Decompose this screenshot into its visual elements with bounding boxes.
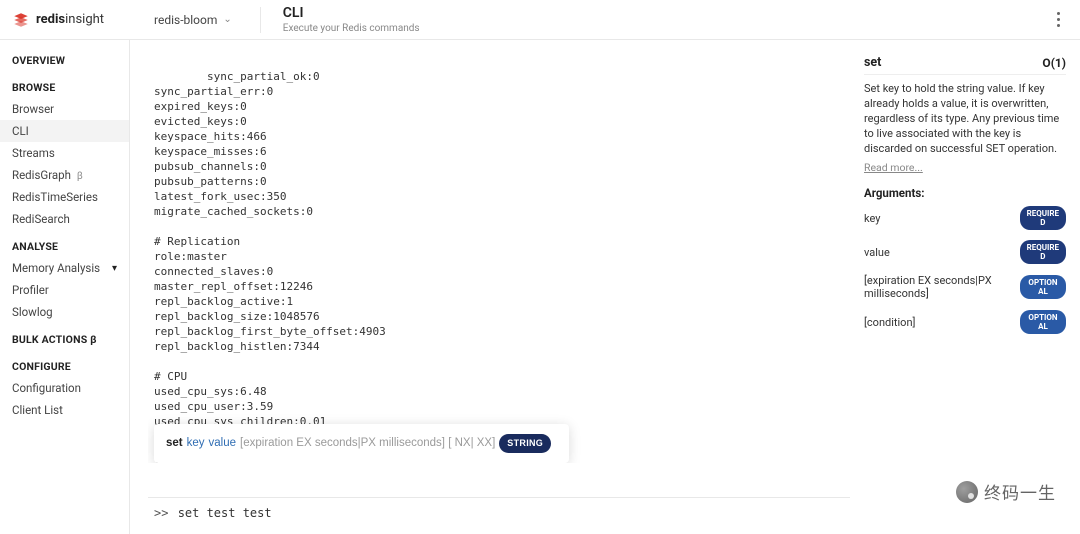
cli-input[interactable] [178,506,844,520]
sidebar-item-profiler[interactable]: Profiler [0,279,129,301]
app-logo[interactable]: redisinsight [12,11,130,29]
sidebar-heading: ANALYSE [0,236,129,257]
cli-pane: sync_partial_ok:0 sync_partial_err:0 exp… [148,54,850,524]
sidebar-item-label: CLI [12,124,29,138]
page-subtitle: Execute your Redis commands [283,23,420,34]
redis-logo-icon [12,11,30,29]
argument-row: [condition] OPTIONAL [864,310,1066,334]
chevron-down-icon: ⌄ [223,14,231,25]
app-name: redisinsight [36,12,104,27]
sidebar-item-label: Browser [12,102,54,116]
sidebar-item-cli[interactable]: CLI [0,120,129,142]
sidebar-item-label: Configuration [12,381,81,395]
argument-name: [expiration EX seconds|PX milliseconds] [864,274,1014,300]
sidebar-item-label: Client List [12,403,63,417]
sidebar-item-redistimeseries[interactable]: RedisTimeSeries [0,186,129,208]
optional-badge: OPTIONAL [1020,275,1066,299]
caret-down-icon: ▾ [112,263,117,274]
sidebar-item-redisgraph[interactable]: RedisGraph β [0,164,129,186]
cli-input-row[interactable]: >> [148,497,850,524]
sidebar-item-configuration[interactable]: Configuration [0,377,129,399]
sidebar-item-memory-analysis[interactable]: Memory Analysis ▾ [0,257,129,279]
sidebar-item-browser[interactable]: Browser [0,98,129,120]
sidebar-item-label: Slowlog [12,305,53,319]
command-hint-popover: set key value [expiration EX seconds|PX … [154,424,569,463]
sidebar-heading: BULK ACTIONS β [0,329,129,350]
sidebar: OVERVIEW BROWSE Browser CLI Streams RedisGrap… [0,40,130,534]
cli-prompt: >> [154,506,168,520]
sidebar-item-label: Profiler [12,283,49,297]
argument-row: key REQUIRED [864,206,1066,230]
sidebar-item-client-list[interactable]: Client List [0,399,129,421]
argument-row: value REQUIRED [864,240,1066,264]
sidebar-item-redisearch[interactable]: RediSearch [0,208,129,230]
more-menu-button[interactable] [1048,6,1068,34]
info-command-name: set [864,55,881,70]
type-badge: STRING [499,434,551,453]
read-more-link[interactable]: Read more... [864,161,923,174]
sidebar-item-label: RedisTimeSeries [12,190,98,204]
argument-name: [condition] [864,316,915,329]
sidebar-item-slowlog[interactable]: Slowlog [0,301,129,323]
command-info-panel: set O(1) Set key to hold the string valu… [864,54,1066,524]
sidebar-item-label: Memory Analysis [12,261,100,275]
database-selector[interactable]: redis-bloom ⌄ [130,13,256,27]
sidebar-item-label: RediSearch [12,212,70,226]
argument-row: [expiration EX seconds|PX milliseconds]O… [864,274,1066,300]
info-description: Set key to hold the string value. If key… [864,81,1066,156]
cli-output: sync_partial_ok:0 sync_partial_err:0 exp… [148,54,850,463]
info-complexity: O(1) [1042,56,1066,70]
arguments-heading: Arguments: [864,186,1066,200]
sidebar-item-label: RedisGraph β [12,168,83,182]
sidebar-item-label: Streams [12,146,55,160]
required-badge: REQUIRED [1020,240,1066,264]
sidebar-heading: CONFIGURE [0,356,129,377]
sidebar-item-streams[interactable]: Streams [0,142,129,164]
required-badge: REQUIRED [1020,206,1066,230]
sidebar-heading: OVERVIEW [0,50,129,71]
argument-name: value [864,246,890,259]
sidebar-heading: BROWSE [0,77,129,98]
page-title: CLI [283,5,420,21]
argument-name: key [864,212,880,225]
optional-badge: OPTIONAL [1020,310,1066,334]
